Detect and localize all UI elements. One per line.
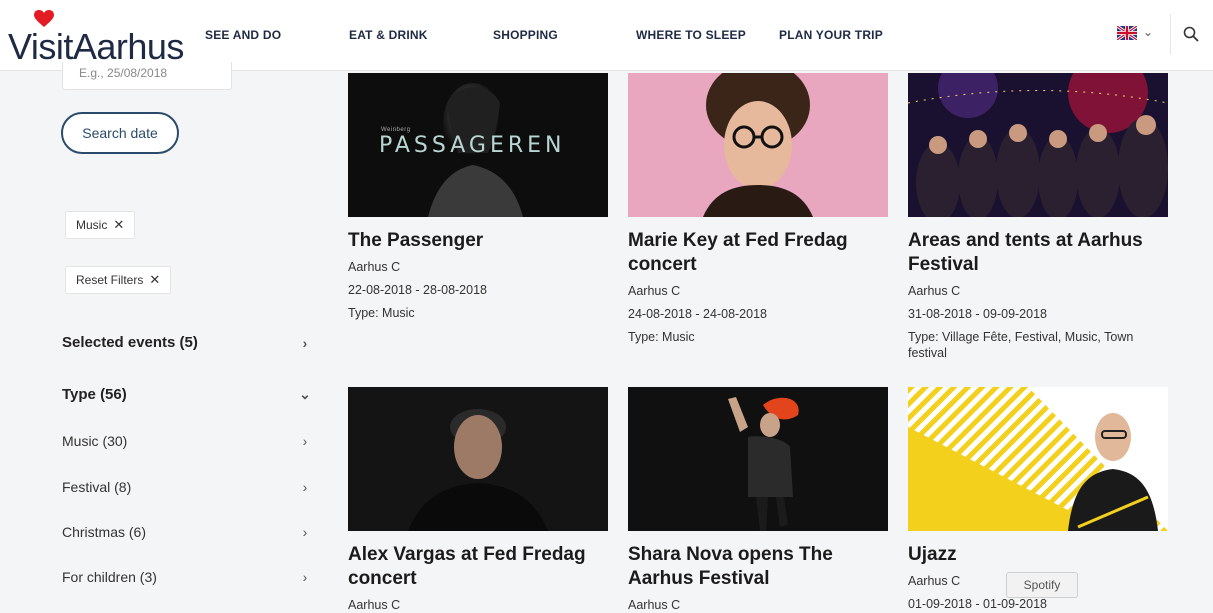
event-image — [908, 73, 1168, 217]
filter-for-children[interactable]: For children (3) › — [62, 569, 312, 585]
filter-festival[interactable]: Festival (8) › — [62, 479, 312, 495]
filter-type[interactable]: Type (56) ⌄ — [62, 386, 312, 403]
event-dates: 24-08-2018 - 24-08-2018 — [628, 307, 767, 321]
event-card-marie-key[interactable]: Marie Key at Fed Fredag concert Aarhus C… — [628, 73, 888, 345]
event-title[interactable]: The Passenger — [348, 229, 608, 253]
chevron-right-icon: › — [302, 479, 308, 495]
chevron-down-icon[interactable]: ⌄ — [1143, 25, 1153, 39]
poster-title: PASSAGEREN — [379, 133, 566, 158]
event-type: Type: Music — [348, 306, 415, 320]
visit-aarhus-logo[interactable]: VisitAarhus — [8, 8, 184, 67]
chevron-right-icon: › — [302, 433, 308, 449]
reset-filters-chip[interactable]: Reset Filters ✕ — [65, 266, 172, 294]
nav-where-to-sleep[interactable]: WHERE TO SLEEP — [636, 28, 746, 42]
date-input[interactable]: E.g., 25/08/2018 — [62, 62, 232, 90]
event-type: Type: Music — [628, 330, 695, 344]
top-header: VisitAarhus SEE AND DO EAT & DRINK SHOPP… — [0, 0, 1213, 71]
chevron-right-icon: › — [302, 569, 308, 585]
spotify-badge[interactable]: Spotify — [1006, 572, 1078, 598]
event-title[interactable]: Shara Nova opens The Aarhus Festival — [628, 543, 888, 591]
event-image — [908, 387, 1168, 531]
filter-label: Music (30) — [62, 433, 128, 449]
search-button[interactable] — [1170, 14, 1211, 54]
event-location: Aarhus C — [908, 284, 961, 298]
nav-eat-drink[interactable]: EAT & DRINK — [349, 28, 428, 42]
event-dates: 31-08-2018 - 09-09-2018 — [908, 307, 1047, 321]
event-image — [628, 387, 888, 531]
close-icon[interactable]: ✕ — [149, 272, 160, 288]
chevron-right-icon: › — [302, 334, 308, 351]
event-title[interactable]: Ujazz — [908, 543, 1168, 567]
event-image — [628, 73, 888, 217]
chip-label: Reset Filters — [76, 273, 144, 287]
event-image — [348, 387, 608, 531]
event-type: Type: Village Fête, Festival, Music, Tow… — [908, 330, 1134, 360]
event-dates: 01-09-2018 - 01-09-2018 — [908, 597, 1047, 611]
event-dates: 22-08-2018 - 28-08-2018 — [348, 283, 487, 297]
event-title[interactable]: Alex Vargas at Fed Fredag concert — [348, 543, 608, 591]
filter-sidebar: E.g., 25/08/2018 Search date Music ✕ Res… — [0, 62, 330, 605]
uk-flag-icon[interactable] — [1117, 26, 1137, 40]
event-card-shara-nova[interactable]: Shara Nova opens The Aarhus Festival Aar… — [628, 387, 888, 613]
event-location: Aarhus C — [628, 598, 681, 612]
filter-label: Selected events (5) — [62, 334, 198, 351]
filter-selected-events[interactable]: Selected events (5) › — [62, 334, 312, 351]
filter-label: Christmas (6) — [62, 524, 147, 540]
filter-label: Type (56) — [62, 386, 127, 403]
chevron-right-icon: › — [302, 524, 308, 540]
event-image: Weinberg PASSAGEREN — [348, 73, 608, 217]
event-location: Aarhus C — [348, 260, 401, 274]
filter-label: For children (3) — [62, 569, 157, 585]
event-card-alex-vargas[interactable]: Alex Vargas at Fed Fredag concert Aarhus… — [348, 387, 608, 613]
search-icon — [1183, 26, 1199, 42]
chevron-down-icon: ⌄ — [299, 386, 311, 402]
filter-label: Festival (8) — [62, 479, 132, 495]
event-location: Aarhus C — [628, 284, 681, 298]
event-location: Aarhus C — [348, 598, 401, 612]
event-card-areas-and-tents[interactable]: Areas and tents at Aarhus Festival Aarhu… — [908, 73, 1168, 361]
filter-christmas[interactable]: Christmas (6) › — [62, 524, 312, 540]
search-date-button[interactable]: Search date — [61, 112, 179, 154]
event-title[interactable]: Areas and tents at Aarhus Festival — [908, 229, 1168, 277]
event-card-the-passenger[interactable]: Weinberg PASSAGEREN The Passenger Aarhus… — [348, 73, 608, 321]
nav-shopping[interactable]: SHOPPING — [493, 28, 558, 42]
close-icon[interactable]: ✕ — [113, 217, 124, 233]
nav-see-and-do[interactable]: SEE AND DO — [205, 28, 281, 42]
chip-label: Music — [76, 218, 108, 232]
event-title[interactable]: Marie Key at Fed Fredag concert — [628, 229, 888, 277]
filter-chip-music[interactable]: Music ✕ — [65, 211, 136, 239]
nav-plan-your-trip[interactable]: PLAN YOUR TRIP — [779, 28, 883, 42]
filter-music[interactable]: Music (30) › — [62, 433, 312, 449]
